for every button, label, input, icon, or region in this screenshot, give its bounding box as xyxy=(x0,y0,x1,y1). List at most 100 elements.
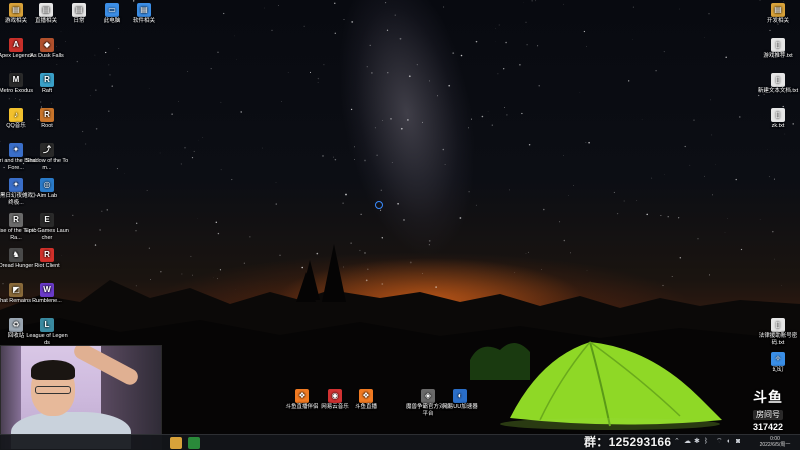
tray-gear-icon[interactable]: ✱ xyxy=(694,438,700,446)
star xyxy=(704,175,705,177)
star xyxy=(739,116,741,118)
desktop-icon[interactable]: ◆ As Dusk Falls xyxy=(25,38,69,60)
star xyxy=(234,35,235,37)
desktop-icon[interactable]: ❖ 斗鱼直播 xyxy=(344,389,388,411)
star xyxy=(632,6,634,8)
star xyxy=(287,72,289,74)
star xyxy=(85,143,87,145)
desktop-icon[interactable]: R Root xyxy=(25,108,69,130)
star xyxy=(632,39,633,40)
desktop-icon-label: Shadow of the Tom... xyxy=(25,158,69,171)
star xyxy=(334,158,337,161)
taskbar-app-explorer-icon[interactable] xyxy=(170,437,182,449)
desktop-icon[interactable]: R Raft xyxy=(25,73,69,95)
taskbar-clock[interactable]: 0:00 2022/6/5/周一 xyxy=(752,436,798,448)
star xyxy=(202,137,204,138)
star xyxy=(118,48,120,49)
app-icon: R xyxy=(40,248,54,262)
star xyxy=(178,101,179,102)
star xyxy=(240,111,242,113)
star xyxy=(759,0,761,1)
desktop-icon[interactable]: ◐ 网易UU加速器 xyxy=(438,389,482,411)
star xyxy=(769,29,771,31)
star xyxy=(275,182,277,184)
tray-chevron-up-icon[interactable]: ⌃ xyxy=(674,438,680,446)
star xyxy=(171,113,173,115)
star xyxy=(559,221,561,223)
star xyxy=(323,64,325,66)
desktop-icon[interactable]: ▯ zk.txt xyxy=(756,108,800,130)
star xyxy=(374,127,376,129)
desktop-icon-label: Raft xyxy=(41,88,53,94)
star xyxy=(531,0,533,2)
desktop-icon[interactable]: W Rumblene... xyxy=(25,283,69,305)
desktop-icon[interactable]: ✧ 幻幻 xyxy=(756,352,800,374)
star xyxy=(623,200,625,202)
app-icon: ♞ xyxy=(9,248,23,262)
star xyxy=(491,124,493,126)
taskbar-app-green-icon[interactable] xyxy=(188,437,200,449)
app-icon: ❖ xyxy=(295,389,309,403)
app-icon: ▭ xyxy=(105,3,119,17)
star xyxy=(519,64,521,66)
star xyxy=(525,21,527,23)
star xyxy=(475,40,478,43)
desktop-icon[interactable]: R Riot Client xyxy=(25,248,69,270)
room-number: 317422 xyxy=(752,422,784,432)
app-icon: ▯ xyxy=(771,318,785,332)
star xyxy=(498,24,500,26)
star xyxy=(735,178,737,181)
star xyxy=(193,150,195,152)
star xyxy=(0,140,1,142)
star xyxy=(495,28,496,30)
star xyxy=(773,178,775,180)
star xyxy=(334,32,336,34)
star xyxy=(111,85,113,87)
star xyxy=(249,236,251,238)
star xyxy=(15,98,16,99)
star xyxy=(506,114,508,116)
star xyxy=(711,134,713,136)
star xyxy=(772,230,774,233)
desktop-icon[interactable]: ▤ 软件相关 xyxy=(122,3,166,25)
tray-network-icon[interactable]: ⌔ xyxy=(716,438,723,446)
desktop-icon[interactable]: ▤ 开发相关 xyxy=(756,3,800,25)
tray-volume-icon[interactable]: ◖ xyxy=(726,438,730,446)
star xyxy=(275,203,277,205)
star xyxy=(380,189,382,191)
star xyxy=(693,119,695,121)
star xyxy=(725,56,727,58)
desktop-icon[interactable]: ▯ 新建文本文档.txt xyxy=(756,73,800,95)
star xyxy=(573,185,574,186)
tray-ime-icon[interactable]: ◙ xyxy=(736,438,740,446)
desktop-icon[interactable]: ▯ 法律援助账号密码.txt xyxy=(756,318,800,346)
desktop-icon[interactable]: E Epic Games Launcher xyxy=(25,213,69,241)
tray-cloud-icon[interactable]: ☁ xyxy=(684,438,691,446)
desktop-icon[interactable]: L League of Legends xyxy=(25,318,69,346)
desktop-icon-label: 游戏推荐.txt xyxy=(763,53,793,59)
star xyxy=(124,173,125,174)
star xyxy=(646,213,648,216)
group-number-overlay: 群：125293166 xyxy=(584,435,672,449)
star xyxy=(758,94,760,97)
star xyxy=(437,95,439,97)
app-icon: ▤ xyxy=(9,3,23,17)
star xyxy=(678,217,680,219)
star xyxy=(333,156,334,158)
star xyxy=(50,102,52,104)
desktop-icon[interactable]: ⤴ Shadow of the Tom... xyxy=(25,143,69,171)
star xyxy=(585,142,587,144)
star xyxy=(563,3,564,5)
desktop-icon[interactable]: ▯ 游戏推荐.txt xyxy=(756,38,800,60)
star xyxy=(101,210,103,213)
star xyxy=(667,216,669,218)
star xyxy=(109,74,111,76)
tray-bluetooth-icon[interactable]: ᛒ xyxy=(704,438,708,446)
star xyxy=(303,25,305,27)
star xyxy=(400,127,403,130)
star xyxy=(382,119,383,121)
star xyxy=(538,85,540,87)
app-icon: ❖ xyxy=(359,389,373,403)
douyu-logo: 斗鱼 xyxy=(753,389,783,405)
desktop-icon[interactable]: ◎ Aim Lab xyxy=(25,178,69,200)
